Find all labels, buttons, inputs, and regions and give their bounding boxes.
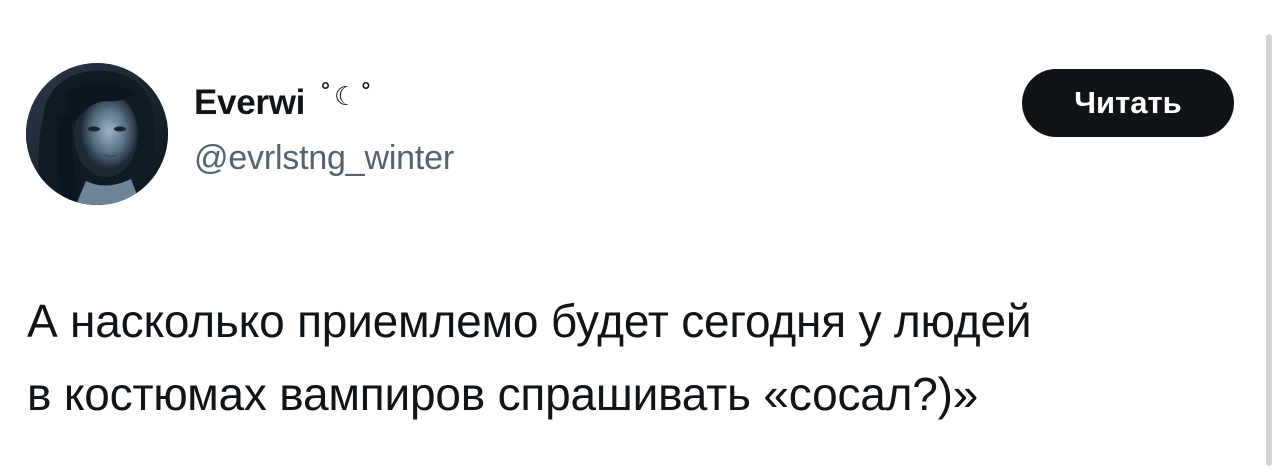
name-decoration: ˚☾˚ (319, 82, 375, 112)
scrollbar[interactable] (1266, 34, 1272, 466)
tweet-text: А насколько приемлемо будет сегодня у лю… (27, 285, 1257, 431)
tweet-text-line-1: А насколько приемлемо будет сегодня у лю… (27, 295, 1032, 347)
display-name[interactable]: Everwi (194, 80, 305, 126)
tweet-text-line-2: в костюмах вампиров спрашивать «сосал?)» (27, 368, 979, 420)
avatar-image (26, 63, 168, 205)
follow-button[interactable]: Читать (1022, 69, 1234, 137)
avatar[interactable] (26, 63, 168, 205)
name-row: Everwi ˚☾˚ (194, 80, 754, 126)
user-handle[interactable]: @evrlstng_winter (194, 136, 754, 180)
tweet-card: Everwi ˚☾˚ @evrlstng_winter Читать А нас… (0, 0, 1284, 469)
author-info: Everwi ˚☾˚ @evrlstng_winter (194, 80, 754, 180)
